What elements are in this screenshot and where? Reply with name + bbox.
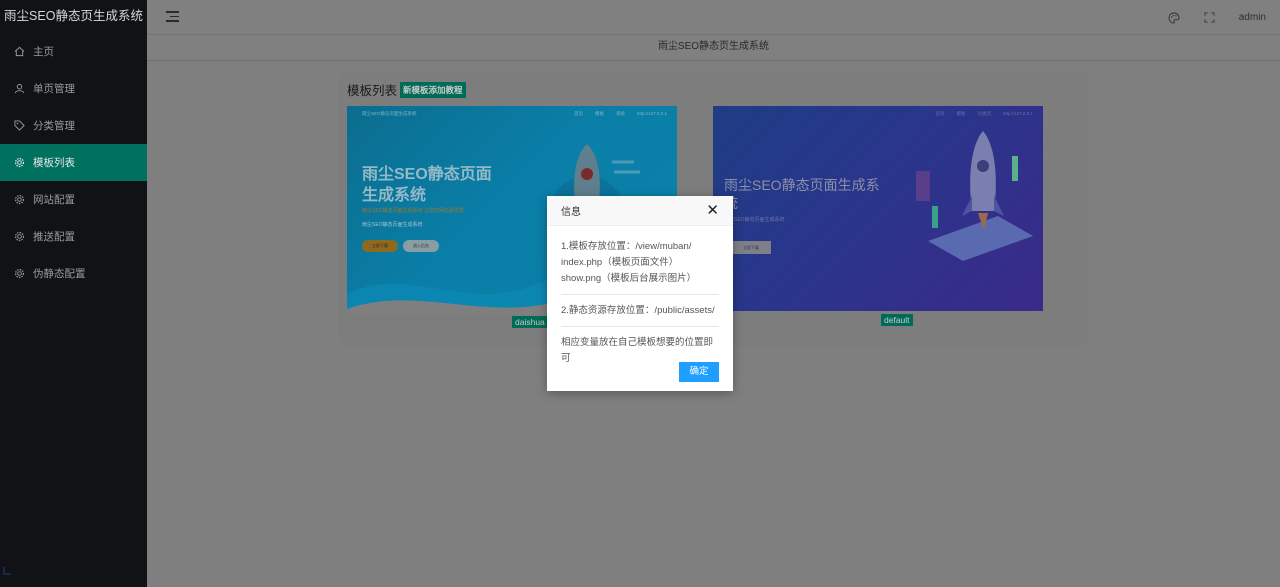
info-dialog: 信息 ✕ 1.模板存放位置：/view/muban/ index.php（模板页…: [547, 196, 733, 391]
tag-icon: [13, 120, 25, 132]
dialog-body: 1.模板存放位置：/view/muban/ index.php（模板页面文件） …: [547, 226, 733, 367]
preview-admin-button: 进入后台: [403, 240, 439, 252]
divider: [561, 294, 719, 295]
header-right: admin: [1167, 0, 1266, 35]
card-title: 模板列表 新模板添加教程: [347, 80, 466, 99]
sidebar-item-categories[interactable]: 分类管理: [0, 107, 147, 144]
sidebar-item-label: 伪静态配置: [33, 268, 86, 280]
template-preview-default[interactable]: 首页 模板 分类页 http://127.0.0.1 雨尘SEO静态页面生成系 …: [713, 106, 1043, 311]
home-icon: [13, 46, 25, 58]
page-title: 雨尘SEO静态页生成系统: [147, 35, 1280, 61]
preview-nav-link: 首页: [573, 111, 583, 116]
corner-decoration: [3, 567, 11, 575]
headline-line: 雨尘SEO静态页面生成系: [724, 177, 880, 193]
preview-subtitle: 雨尘SEO静态页面生成系统 让您的网站更优秀: [362, 208, 464, 214]
ok-button[interactable]: 确定: [679, 362, 719, 382]
sidebar-item-label: 主页: [33, 46, 54, 58]
preview-nav-link: 首页: [935, 111, 945, 116]
sidebar-item-rewrite-config[interactable]: 伪静态配置: [0, 255, 147, 292]
sidebar-item-home[interactable]: 主页: [0, 33, 147, 70]
preview-download-button: 立即下载: [731, 241, 771, 254]
gear-icon: [13, 194, 25, 206]
preview-brand: 雨尘SEO静态页面生成系统: [362, 111, 417, 116]
headline-line: 雨尘SEO静态页面: [362, 166, 492, 183]
preview-nav-link: 模板: [956, 111, 966, 116]
dialog-line: 2.静态资源存放位置：/public/assets/: [561, 305, 715, 316]
preview-headline: 雨尘SEO静态页面 生成系统: [362, 164, 492, 206]
user-menu[interactable]: admin: [1239, 12, 1266, 23]
preview-nav-link: http://127.0.0.1: [636, 111, 667, 116]
tutorial-link[interactable]: 新模板添加教程: [400, 81, 466, 98]
theme-icon[interactable]: [1167, 11, 1181, 25]
preview-nav-link: 系统: [615, 111, 625, 116]
menu-toggle-icon[interactable]: [166, 11, 179, 23]
preview-nav: 首页 模板 分类页 http://127.0.0.1: [728, 111, 1033, 117]
template-name-daishua: daishua: [512, 316, 548, 328]
sidebar-item-label: 单页管理: [33, 83, 75, 95]
preview-nav: 雨尘SEO静态页面生成系统 首页 模板 系统 http://127.0.0.1: [362, 111, 667, 117]
gear-icon: [13, 157, 25, 169]
sidebar-item-label: 推送配置: [33, 231, 75, 243]
preview-download-button: 立即下载: [362, 240, 398, 252]
sidebar-item-label: 网站配置: [33, 194, 75, 206]
divider: [561, 326, 719, 327]
sidebar: 雨尘SEO静态页生成系统 主页 单页管理 分类管理 模板列表 网站配置 推送配置…: [0, 0, 147, 587]
brand-title: 雨尘SEO静态页生成系统: [4, 9, 143, 23]
sidebar-item-label: 分类管理: [33, 120, 75, 132]
dialog-header: 信息 ✕: [547, 196, 733, 226]
template-name-default: default: [881, 314, 913, 326]
dialog-line: 1.模板存放位置：/view/muban/: [561, 241, 692, 252]
dialog-line: index.php（模板页面文件）: [561, 257, 679, 268]
headline-line: 统: [724, 194, 880, 212]
sidebar-item-pages[interactable]: 单页管理: [0, 70, 147, 107]
dialog-line: show.png（模板后台展示图片）: [561, 273, 697, 284]
card-title-text: 模板列表: [347, 84, 398, 98]
preview-subtitle: 雨尘SEO静态页面生成系统: [362, 222, 423, 228]
gear-icon: [13, 268, 25, 280]
dialog-title: 信息: [561, 207, 581, 218]
preview-nav-link: http://127.0.0.1: [1002, 111, 1033, 116]
preview-headline: 雨尘SEO静态页面生成系 统: [724, 176, 880, 212]
sidebar-item-label: 模板列表: [33, 157, 75, 169]
close-icon[interactable]: ✕: [706, 203, 719, 218]
preview-nav-link: 模板: [594, 111, 604, 116]
sidebar-item-templates[interactable]: 模板列表: [0, 144, 147, 181]
preview-subtitle: 雨尘SEO静态页面生成系统: [724, 217, 785, 223]
rocket-illustration: [916, 131, 1033, 261]
headline-line: 生成系统: [362, 187, 427, 204]
sidebar-item-push-config[interactable]: 推送配置: [0, 218, 147, 255]
user-icon: [13, 83, 25, 95]
preview-nav-link: 分类页: [977, 111, 991, 116]
gear-icon: [13, 231, 25, 243]
sidebar-item-site-config[interactable]: 网站配置: [0, 181, 147, 218]
fullscreen-icon[interactable]: [1203, 11, 1217, 25]
top-header: admin: [147, 0, 1280, 35]
